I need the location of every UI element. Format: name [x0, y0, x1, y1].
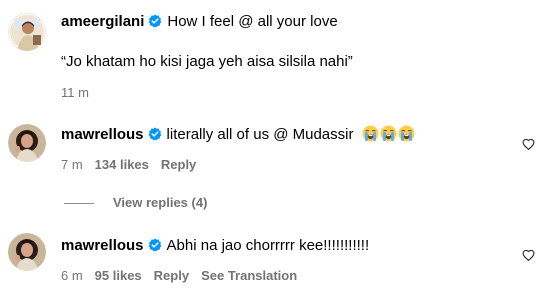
username-link[interactable]: ameergilani — [61, 13, 144, 30]
username-link[interactable]: mawrellous — [61, 237, 144, 254]
likes-count[interactable]: 134 likes — [95, 157, 149, 172]
heart-icon[interactable] — [522, 138, 535, 150]
loudly-crying-face-icon — [362, 125, 379, 142]
comment-text: How I feel @ all your love — [167, 13, 338, 30]
comment-text: literally all of us @ Mudassir — [166, 126, 354, 143]
reply-button[interactable]: Reply — [154, 268, 189, 283]
avatar-mawrellous[interactable] — [8, 124, 46, 162]
avatar-mawrellous[interactable] — [8, 233, 46, 271]
replies-divider — [64, 203, 94, 204]
reply-button[interactable]: Reply — [161, 157, 196, 172]
emoji-group — [361, 125, 415, 143]
timestamp[interactable]: 6 m — [61, 268, 83, 283]
loudly-crying-face-icon — [398, 125, 415, 142]
comment-meta: 7 m 134 likes Reply — [61, 157, 208, 173]
verified-badge-icon — [148, 238, 162, 252]
likes-count[interactable]: 95 likes — [95, 268, 142, 283]
timestamp[interactable]: 11 m — [61, 85, 89, 100]
comment-3-line: mawrellous Abhi na jao chorrrrr kee!!!!!!… — [61, 236, 369, 256]
verified-badge-icon — [148, 127, 162, 141]
comment-text: Abhi na jao chorrrrr kee!!!!!!!!!!! — [166, 237, 370, 254]
comment-meta: 11 m — [61, 85, 101, 101]
heart-icon[interactable] — [522, 249, 535, 261]
avatar-ameergilani[interactable] — [8, 13, 46, 51]
username-link[interactable]: mawrellous — [61, 126, 144, 143]
comment-meta: 6 m 95 likes Reply See Translation — [61, 268, 309, 284]
view-replies-button[interactable]: View replies (4) — [113, 195, 207, 211]
loudly-crying-face-icon — [380, 125, 397, 142]
timestamp[interactable]: 7 m — [61, 157, 83, 172]
comment-2-line: mawrellous literally all of us @ Mudassir — [61, 125, 415, 145]
comment-1-line: ameergilani How I feel @ all your love — [61, 12, 338, 32]
comment-quote: “Jo khatam ho kisi jaga yeh aisa silsila… — [61, 53, 353, 70]
verified-badge-icon — [148, 14, 162, 28]
see-translation-button[interactable]: See Translation — [201, 268, 297, 283]
